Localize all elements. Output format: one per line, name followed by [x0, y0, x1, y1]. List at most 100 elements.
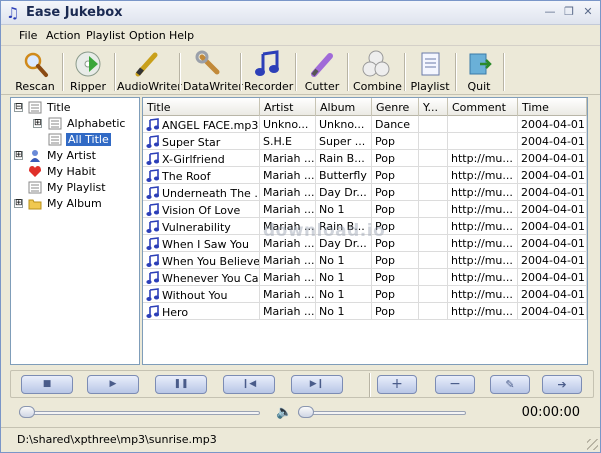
play-icon: ▶: [109, 379, 117, 389]
table-row[interactable]: Vision Of Love Mariah ... No 1 Pop http://mu…: [143, 201, 587, 218]
play-button[interactable]: ▶: [87, 375, 139, 394]
table-cell: Rain B...: [316, 150, 372, 167]
close-icon[interactable]: ✕: [580, 5, 596, 19]
table-row[interactable]: Whenever You Can Mariah ... No 1 Pop http://…: [143, 269, 587, 286]
music-note-icon: [146, 271, 159, 284]
expand-icon[interactable]: ⊞: [14, 151, 23, 160]
tree-node-my-artist[interactable]: ⊞ My Artist: [11, 148, 139, 163]
tree-node-my-playlist[interactable]: My Playlist: [11, 180, 139, 195]
position-slider-knob[interactable]: [19, 406, 35, 418]
restore-icon[interactable]: ❐: [561, 5, 577, 19]
table-cell: http://mu...: [448, 252, 518, 269]
collapse-icon[interactable]: ⊟: [14, 103, 23, 112]
music-note-icon: [146, 237, 159, 250]
table-cell: 2004-04-01...: [518, 133, 587, 150]
table-cell: 2004-04-01...: [518, 184, 587, 201]
datawriter-button[interactable]: DataWriter: [183, 50, 243, 94]
column-album[interactable]: Album: [316, 98, 372, 116]
resize-grip[interactable]: [587, 439, 598, 450]
title-bar[interactable]: ♫ Ease Jukebox — ❐ ✕: [1, 1, 600, 25]
tree-node-my-habit[interactable]: My Habit: [11, 164, 139, 179]
music-note-icon: [146, 203, 159, 216]
audiowriter-button[interactable]: AudioWriter: [117, 50, 182, 94]
table-cell: 2004-04-01...: [518, 286, 587, 303]
library-tree[interactable]: ⊟ Title ⊞ Alphabetic All Title ⊞ My Arti…: [10, 97, 140, 365]
forward-button[interactable]: ➔: [542, 375, 582, 394]
expand-icon[interactable]: ⊞: [14, 199, 23, 208]
tree-node-alphabetic[interactable]: ⊞ Alphabetic: [11, 116, 139, 131]
music-note-icon: [146, 135, 159, 148]
quit-button[interactable]: Quit: [461, 50, 497, 94]
rescan-button[interactable]: Rescan: [15, 50, 55, 94]
table-cell: Vision Of Love: [143, 201, 260, 218]
person-icon: [28, 149, 42, 162]
table-cell: Mariah ...: [260, 303, 316, 320]
column-artist[interactable]: Artist: [260, 98, 316, 116]
volume-slider-track[interactable]: [298, 411, 466, 415]
track-list[interactable]: Title Artist Album Genre Y... Comment Ti…: [142, 97, 588, 365]
volume-slider-knob[interactable]: [298, 406, 314, 418]
knife-icon: [308, 50, 336, 78]
toolbar-separator: [295, 53, 296, 91]
tree-node-my-album[interactable]: ⊞ My Album: [11, 196, 139, 211]
table-row[interactable]: Without You Mariah ... No 1 Pop http://mu...…: [143, 286, 587, 303]
next-button[interactable]: ▶❙: [291, 375, 343, 394]
stop-icon: ■: [42, 379, 52, 389]
stop-button[interactable]: ■: [21, 375, 73, 394]
menu-action[interactable]: Action: [46, 29, 80, 42]
music-note-icon: [146, 169, 159, 182]
toolbar-separator: [179, 53, 180, 91]
expand-icon[interactable]: ⊞: [33, 119, 42, 128]
toolbar-separator: [404, 53, 405, 91]
column-comment[interactable]: Comment: [448, 98, 518, 116]
position-slider-track[interactable]: [19, 411, 260, 415]
menu-help[interactable]: Help: [169, 29, 194, 42]
table-row[interactable]: Underneath The ... Mariah ... Day Dr... Pop…: [143, 184, 587, 201]
table-cell: Super Star: [143, 133, 260, 150]
table-row[interactable]: When You Believe Mariah ... No 1 Pop http://…: [143, 252, 587, 269]
edit-button[interactable]: ✎: [490, 375, 530, 394]
ripper-button[interactable]: Ripper: [67, 50, 109, 94]
table-cell: [419, 269, 448, 286]
menu-playlist[interactable]: Playlist: [86, 29, 125, 42]
list-icon: [28, 181, 42, 194]
table-cell: Butterfly: [316, 167, 372, 184]
table-row[interactable]: The Roof Mariah ... Butterfly Pop http://mu.…: [143, 167, 587, 184]
table-row[interactable]: Super StarS.H.ESuper ...Pop 2004-04-01...: [143, 133, 587, 150]
minimize-icon[interactable]: —: [542, 5, 558, 19]
remove-button[interactable]: −: [435, 375, 475, 394]
table-row[interactable]: ANGEL FACE.mp3 Unkno... Unkno... Dance 2004-…: [143, 116, 587, 133]
column-year[interactable]: Y...: [419, 98, 448, 116]
recorder-button[interactable]: Recorder: [244, 50, 293, 94]
table-cell: 2004-04-01...: [518, 150, 587, 167]
column-genre[interactable]: Genre: [372, 98, 419, 116]
menu-file[interactable]: File: [19, 29, 37, 42]
menu-option[interactable]: Option: [129, 29, 166, 42]
column-time[interactable]: Time: [518, 98, 587, 116]
tree-node-all-title[interactable]: All Title: [11, 132, 139, 147]
add-button[interactable]: +: [377, 375, 417, 394]
cutter-button[interactable]: Cutter: [302, 50, 342, 94]
previous-icon: ❙◀: [241, 379, 257, 389]
table-cell: Rain B...: [316, 218, 372, 235]
pause-button[interactable]: ❚❚: [155, 375, 207, 394]
table-cell: Pop: [372, 303, 419, 320]
table-cell: S.H.E: [260, 133, 316, 150]
combine-button[interactable]: Combine: [353, 50, 402, 94]
table-row[interactable]: Vulnerability Mariah ... Rain B... Pop http:…: [143, 218, 587, 235]
previous-button[interactable]: ❙◀: [223, 375, 275, 394]
table-row[interactable]: Hero Mariah ... No 1 Pop http://mu... 2004-04…: [143, 303, 587, 320]
playlist-button[interactable]: Playlist: [410, 50, 450, 94]
table-cell: http://mu...: [448, 286, 518, 303]
table-cell: Mariah ...: [260, 218, 316, 235]
column-title[interactable]: Title: [143, 98, 260, 116]
table-cell: [419, 116, 448, 133]
table-cell: [419, 218, 448, 235]
tree-node-title[interactable]: ⊟ Title: [11, 100, 139, 115]
table-row[interactable]: When I Saw You Mariah ... Day Dr... Pop http…: [143, 235, 587, 252]
music-note-app-icon: ♫: [6, 4, 20, 22]
table-row[interactable]: X-Girlfriend Mariah ... Rain B... Pop http:/…: [143, 150, 587, 167]
table-cell: No 1: [316, 286, 372, 303]
table-cell: No 1: [316, 269, 372, 286]
table-cell: No 1: [316, 201, 372, 218]
